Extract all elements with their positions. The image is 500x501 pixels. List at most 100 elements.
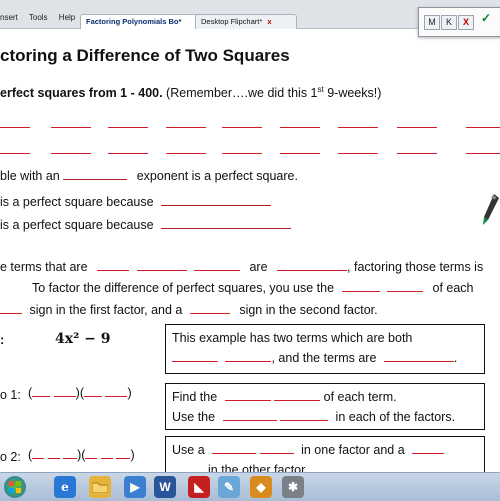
example-label: : bbox=[0, 332, 5, 347]
hint-line-2: , and the terms are . bbox=[172, 348, 478, 368]
answer-blank[interactable] bbox=[63, 169, 128, 180]
answer-blank[interactable] bbox=[466, 153, 500, 154]
hint-text: in each of the factors. bbox=[335, 410, 456, 424]
tab-label: Factoring Polynomials Bo* bbox=[86, 17, 182, 26]
answer-blank[interactable] bbox=[97, 260, 130, 271]
menu-insert[interactable]: nsert bbox=[0, 13, 18, 22]
menu-tools[interactable]: Tools bbox=[29, 13, 48, 22]
answer-blank[interactable] bbox=[189, 303, 230, 314]
minimize-button[interactable]: M bbox=[424, 15, 440, 30]
taskbar: e ▶ W ◣ ✎ ◆ ✱ bbox=[0, 472, 500, 501]
step-1-label: o 1: bbox=[0, 388, 21, 402]
tab-desktop-flipchart[interactable]: Desktop Flipchart* x bbox=[195, 14, 297, 29]
answer-blank[interactable] bbox=[466, 127, 500, 128]
answer-blank[interactable] bbox=[338, 127, 378, 128]
word-icon[interactable]: W bbox=[154, 476, 176, 498]
because-line-2: is a perfect square because bbox=[0, 218, 292, 232]
instruction-line: erfect squares from 1 - 400. (Remember….… bbox=[0, 85, 381, 100]
answer-blank[interactable] bbox=[280, 410, 329, 421]
answer-blank[interactable] bbox=[32, 386, 51, 397]
page-title: ctoring a Difference of Two Squares bbox=[0, 46, 290, 65]
answer-blank[interactable] bbox=[63, 448, 78, 459]
hint-line-2: Use the in each of the factors. bbox=[172, 407, 478, 427]
hint-box-3: Use a in one factor and a in the other f… bbox=[165, 436, 485, 477]
start-icon[interactable] bbox=[4, 476, 26, 498]
tab-label: Desktop Flipchart* bbox=[201, 17, 263, 26]
hint-text: , and the terms are bbox=[271, 351, 377, 365]
answer-blank[interactable] bbox=[161, 195, 272, 206]
check-icon[interactable]: ✓ bbox=[479, 12, 493, 25]
answer-blank[interactable] bbox=[51, 127, 91, 128]
answer-blank[interactable] bbox=[280, 127, 320, 128]
because-text: is a perfect square because bbox=[0, 195, 154, 209]
answer-blank[interactable] bbox=[222, 410, 277, 421]
ie-icon[interactable]: e bbox=[54, 476, 76, 498]
answer-blank[interactable] bbox=[116, 448, 131, 459]
answer-blank[interactable] bbox=[32, 448, 45, 459]
because-line-1: is a perfect square because bbox=[0, 195, 272, 209]
menu-bar: nsert Tools Help bbox=[0, 13, 84, 22]
answer-blank[interactable] bbox=[0, 153, 30, 154]
answer-blank[interactable] bbox=[85, 448, 98, 459]
paint-icon[interactable]: ✎ bbox=[218, 476, 240, 498]
answer-blank[interactable] bbox=[225, 351, 272, 362]
answer-blank[interactable] bbox=[338, 153, 378, 154]
step-2-label: o 2: bbox=[0, 450, 21, 464]
exponent-text-pre: ble with an bbox=[0, 169, 60, 183]
tab-factoring-polynomials[interactable]: Factoring Polynomials Bo* bbox=[80, 14, 202, 29]
answer-blank[interactable] bbox=[397, 153, 437, 154]
answer-blank[interactable] bbox=[222, 153, 262, 154]
answer-blank[interactable] bbox=[0, 127, 30, 128]
media-player-icon[interactable]: ▶ bbox=[124, 476, 146, 498]
pdf-icon[interactable]: ◣ bbox=[188, 476, 210, 498]
answer-blank[interactable] bbox=[274, 390, 321, 401]
answer-blank[interactable] bbox=[383, 351, 454, 362]
answer-blank[interactable] bbox=[166, 127, 206, 128]
floating-toolbar: M K X ✓ bbox=[418, 7, 500, 37]
answer-blank[interactable] bbox=[105, 386, 128, 397]
hint-line-1: Find the of each term. bbox=[172, 387, 478, 407]
hint-box-1: This example has two terms which are bot… bbox=[165, 324, 485, 374]
answer-blank[interactable] bbox=[397, 127, 437, 128]
answer-blank[interactable] bbox=[280, 153, 320, 154]
factor-close: ) bbox=[130, 448, 135, 462]
answer-blank[interactable] bbox=[100, 448, 113, 459]
answer-blank[interactable] bbox=[194, 260, 240, 271]
answer-blank[interactable] bbox=[172, 351, 218, 362]
step-1-factors: ( )( ) bbox=[28, 386, 132, 400]
answer-blank[interactable] bbox=[224, 390, 271, 401]
answer-blank[interactable] bbox=[412, 443, 445, 454]
answer-blank[interactable] bbox=[136, 260, 187, 271]
hint-text: of each term. bbox=[323, 390, 397, 404]
answer-blank[interactable] bbox=[387, 281, 424, 292]
answer-blank[interactable] bbox=[108, 153, 148, 154]
answer-blank[interactable] bbox=[222, 127, 262, 128]
answer-blank[interactable] bbox=[259, 443, 294, 454]
hint-box-2: Find the of each term. Use the in each o… bbox=[165, 383, 485, 430]
hint-text: Use the bbox=[172, 410, 216, 424]
answer-blank[interactable] bbox=[341, 281, 380, 292]
hint-text: Find the bbox=[172, 390, 218, 404]
hint-text: . bbox=[453, 351, 458, 365]
folder-icon[interactable] bbox=[89, 476, 111, 498]
windows-logo-icon bbox=[9, 481, 21, 493]
hint-text: Use a bbox=[172, 443, 205, 457]
flipchart-icon[interactable]: ◆ bbox=[250, 476, 272, 498]
answer-blank[interactable] bbox=[108, 127, 148, 128]
answer-blank[interactable] bbox=[277, 260, 348, 271]
answer-blank[interactable] bbox=[83, 386, 102, 397]
factor-close: ) bbox=[127, 386, 132, 400]
answer-blank[interactable] bbox=[0, 303, 22, 314]
folder-shape-icon bbox=[92, 482, 108, 493]
answer-blank[interactable] bbox=[212, 443, 257, 454]
menu-help[interactable]: Help bbox=[59, 13, 75, 22]
answer-blank[interactable] bbox=[53, 386, 76, 397]
close-button[interactable]: X bbox=[458, 15, 474, 30]
answer-blank[interactable] bbox=[51, 153, 91, 154]
tools-icon[interactable]: ✱ bbox=[282, 476, 304, 498]
close-tab-icon[interactable]: x bbox=[267, 17, 271, 26]
answer-blank[interactable] bbox=[166, 153, 206, 154]
answer-blank[interactable] bbox=[47, 448, 60, 459]
keyboard-button[interactable]: K bbox=[441, 15, 457, 30]
answer-blank[interactable] bbox=[161, 218, 292, 229]
